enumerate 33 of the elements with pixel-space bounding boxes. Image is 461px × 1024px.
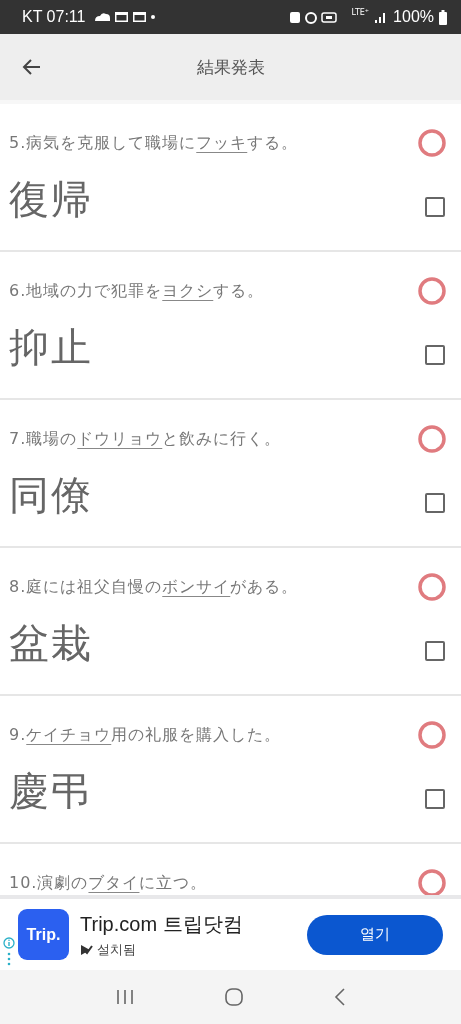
checkbox[interactable] xyxy=(425,640,445,661)
cloud-icon xyxy=(94,12,111,22)
checkbox[interactable] xyxy=(425,344,445,365)
battery-icon xyxy=(439,9,447,25)
window-icon xyxy=(133,12,147,22)
network-type: LTE⁺ xyxy=(351,8,370,17)
checkbox[interactable] xyxy=(425,196,445,217)
battery-level: 100% xyxy=(393,8,434,26)
back-nav-icon[interactable] xyxy=(332,987,347,1007)
question-text: 6.地域の力で犯罪を ヨクシする。 xyxy=(9,280,265,302)
status-time: KT 07:11 xyxy=(22,8,86,26)
recent-apps-icon[interactable] xyxy=(114,988,135,1006)
answer-text: 抑止 xyxy=(9,323,93,372)
app-logo: Trip. xyxy=(18,909,69,960)
open-button[interactable]: 열기 xyxy=(307,914,443,955)
home-icon[interactable] xyxy=(223,987,244,1007)
ad-title: Trip.com 트립닷컴 xyxy=(80,911,244,937)
ad-subtitle: 설치됨 xyxy=(97,940,136,959)
answer-text: 同僚 xyxy=(9,471,93,520)
page-title: 結果発表 xyxy=(196,55,265,79)
checkbox[interactable] xyxy=(425,788,445,809)
window-icon xyxy=(115,12,129,22)
question-text: 5.病気を克服して職場にフッキする。 xyxy=(9,132,299,154)
answer-text: 復帰 xyxy=(9,175,93,224)
question-text: 7.職場の ドウリョウ と飲みに行く。 xyxy=(9,428,282,450)
installed-icon xyxy=(80,943,93,956)
dot-icon xyxy=(151,15,156,19)
answer-text: 慶弔 xyxy=(9,767,93,816)
answer-text: 盆栽 xyxy=(9,619,93,668)
question-text: 10.演劇のブタイ に立つ。 xyxy=(9,872,208,894)
checkbox[interactable] xyxy=(425,492,445,513)
question-text: 9.ケイチョウ用の礼服を購入した。 xyxy=(9,724,282,746)
question-text: 8.庭には祖父自慢のボンサイがある。 xyxy=(9,576,299,598)
